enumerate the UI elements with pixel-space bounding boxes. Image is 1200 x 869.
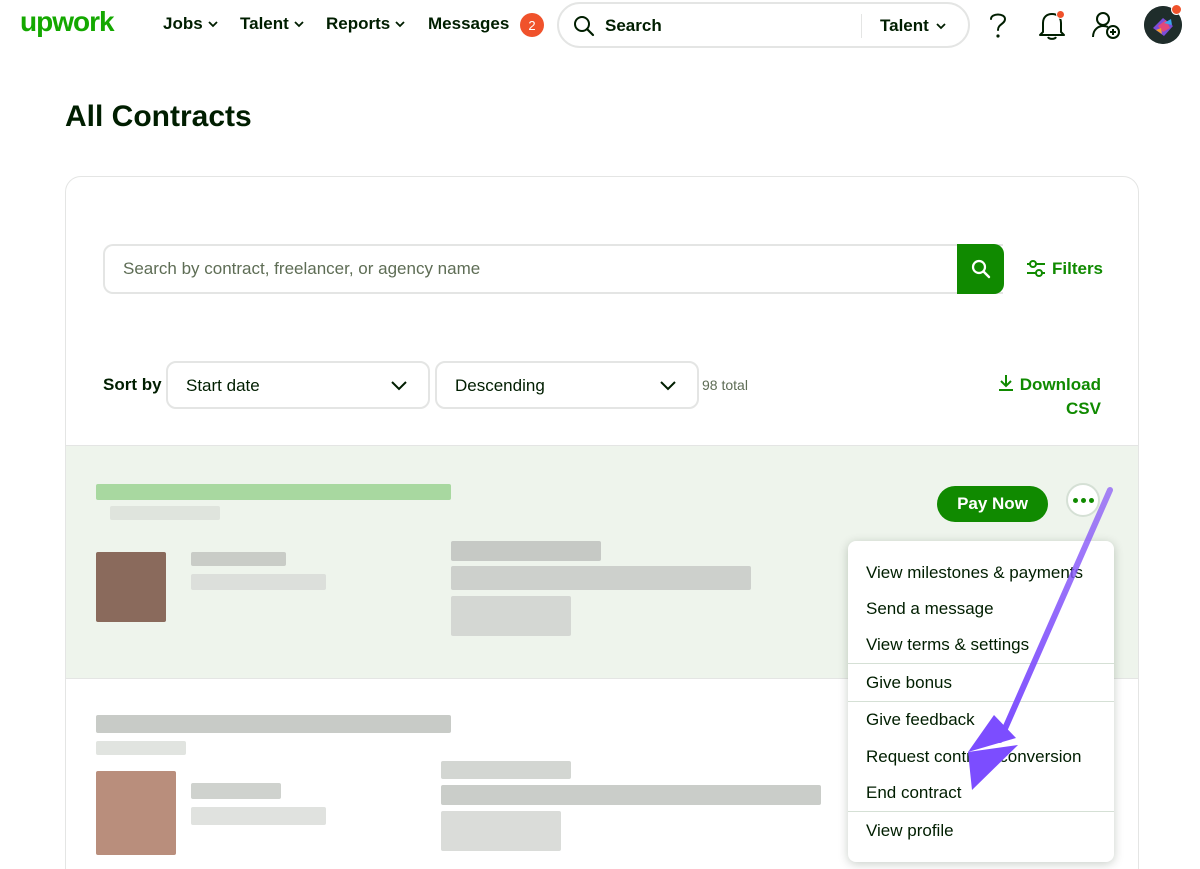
add-user-icon[interactable]: [1091, 10, 1121, 40]
global-search[interactable]: Search Talent: [557, 2, 970, 48]
nav-reports-label: Reports: [326, 14, 391, 33]
search-icon: [971, 259, 990, 279]
chevron-down-icon: [208, 21, 218, 28]
menu-item-view-milestones[interactable]: View milestones & payments: [866, 563, 1083, 583]
download-icon: [999, 375, 1014, 391]
nav-messages[interactable]: Messages: [428, 14, 509, 34]
filters-label: Filters: [1052, 259, 1104, 278]
blurred-contract-subtitle: [110, 506, 220, 520]
ellipsis-dot: [1072, 497, 1078, 503]
menu-divider: [848, 701, 1114, 702]
blurred-freelancer-detail: [191, 807, 326, 825]
search-scope-label: Talent: [880, 16, 929, 35]
chevron-down-icon: [660, 381, 676, 391]
nav-talent-label: Talent: [240, 14, 289, 33]
chevron-down-icon: [395, 21, 405, 28]
nav-jobs[interactable]: Jobs: [163, 14, 218, 34]
blurred-freelancer-avatar: [96, 771, 176, 855]
avatar-status-dot: [1171, 4, 1182, 15]
blurred-contract-info: [441, 811, 561, 851]
chevron-down-icon: [391, 381, 407, 391]
search-icon: [574, 16, 595, 37]
download-label: Download: [1019, 375, 1101, 394]
menu-divider: [848, 663, 1114, 664]
sort-field-value: Start date: [186, 376, 260, 395]
menu-item-view-profile[interactable]: View profile: [866, 821, 954, 841]
sort-order-select[interactable]: Descending: [435, 361, 699, 409]
pay-now-button[interactable]: Pay Now: [937, 486, 1048, 522]
chevron-down-icon: [936, 23, 946, 30]
download-csv-link[interactable]: Download CSV: [997, 373, 1101, 421]
blurred-contract-info: [451, 541, 601, 561]
blurred-contract-info: [441, 785, 821, 805]
upwork-logo[interactable]: upwork: [20, 6, 115, 38]
filter-sliders-icon: [1027, 260, 1045, 277]
menu-item-view-terms[interactable]: View terms & settings: [866, 635, 1029, 655]
blurred-freelancer-detail: [191, 574, 326, 590]
contract-search-field[interactable]: [103, 244, 1003, 294]
sort-by-label: Sort by: [103, 375, 162, 394]
blurred-contract-title: [96, 715, 451, 733]
contract-search-button[interactable]: [957, 244, 1004, 294]
more-actions-button[interactable]: [1066, 483, 1100, 517]
total-count: 98 total: [702, 377, 748, 393]
ellipsis-dot: [1080, 497, 1086, 503]
nav-messages-label: Messages: [428, 14, 510, 33]
nav-reports[interactable]: Reports: [326, 14, 405, 34]
filters-button[interactable]: Filters: [1026, 259, 1103, 279]
ellipsis-dot: [1088, 497, 1094, 503]
nav-talent[interactable]: Talent: [240, 14, 304, 34]
menu-divider: [848, 811, 1114, 812]
top-nav: upwork Jobs Talent Reports Messages 2 Se…: [0, 0, 1200, 52]
blurred-contract-info: [451, 596, 571, 636]
blurred-contract-info: [441, 761, 571, 779]
menu-item-send-message[interactable]: Send a message: [866, 599, 994, 619]
search-divider: [861, 14, 862, 38]
chevron-down-icon: [294, 21, 304, 28]
search-scope-select[interactable]: Talent: [880, 16, 946, 36]
blurred-freelancer-name: [191, 783, 281, 799]
blurred-freelancer-avatar: [96, 552, 166, 622]
contract-actions-menu: View milestones & payments Send a messag…: [848, 541, 1114, 862]
sort-field-select[interactable]: Start date: [166, 361, 430, 409]
contract-search-input[interactable]: [105, 246, 1003, 292]
sort-order-value: Descending: [455, 376, 545, 395]
blurred-contract-info: [451, 566, 751, 590]
help-icon[interactable]: [985, 10, 1011, 40]
notification-dot: [1056, 10, 1065, 19]
download-label-csv: CSV: [1066, 399, 1101, 418]
page-title: All Contracts: [65, 100, 252, 133]
global-search-label: Search: [605, 16, 662, 35]
blurred-contract-title: [96, 484, 451, 500]
blurred-contract-subtitle: [96, 741, 186, 755]
blurred-freelancer-name: [191, 552, 286, 566]
menu-item-give-bonus[interactable]: Give bonus: [866, 673, 952, 693]
messages-count-badge: 2: [520, 13, 544, 37]
menu-item-request-conversion[interactable]: Request contract conversion: [866, 747, 1081, 767]
nav-jobs-label: Jobs: [163, 14, 203, 33]
menu-item-give-feedback[interactable]: Give feedback: [866, 710, 975, 730]
menu-item-end-contract[interactable]: End contract: [866, 783, 961, 803]
